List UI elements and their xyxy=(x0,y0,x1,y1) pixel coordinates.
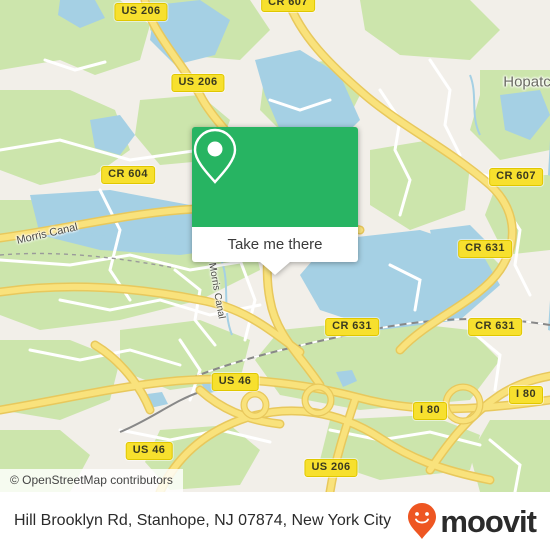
moovit-pin-icon xyxy=(408,503,437,539)
footer-bar: Hill Brooklyn Rd, Stanhope, NJ 07874, Ne… xyxy=(0,492,550,550)
map-pin-icon xyxy=(193,128,237,184)
road-shield: CR 631 xyxy=(458,240,512,258)
callout-header xyxy=(192,127,358,227)
callout-footer[interactable]: Take me there xyxy=(192,227,358,262)
take-me-there-label: Take me there xyxy=(227,236,323,253)
road-shield: CR 607 xyxy=(489,168,543,186)
map-attribution[interactable]: © OpenStreetMap contributors xyxy=(0,469,183,492)
moovit-wordmark: moovit xyxy=(440,503,537,539)
road-shield: US 206 xyxy=(171,74,225,92)
road-shield: US 46 xyxy=(125,442,173,460)
road-shield: US 206 xyxy=(114,3,168,21)
road-shield: CR 604 xyxy=(101,166,155,184)
road-shield: CR 607 xyxy=(261,0,315,12)
moovit-logo[interactable]: moovit xyxy=(407,502,537,540)
road-shield: I 80 xyxy=(413,402,447,420)
place-label: Hopatc xyxy=(503,73,550,91)
road-shield: CR 631 xyxy=(468,318,522,336)
road-shield: US 206 xyxy=(304,459,358,477)
address-label: Hill Brooklyn Rd, Stanhope, NJ 07874, Ne… xyxy=(14,512,392,529)
callout-tail xyxy=(260,262,290,275)
road-shield: US 46 xyxy=(211,373,259,391)
map-screenshot: US 206 CR 607 US 206 CR 604 CR 607 CR 631 CR 6… xyxy=(0,0,550,550)
location-callout-card[interactable]: Take me there xyxy=(192,127,358,275)
map-canvas[interactable]: US 206 CR 607 US 206 CR 604 CR 607 CR 631 CR 6… xyxy=(0,0,550,492)
road-shield: I 80 xyxy=(509,386,543,404)
road-shield: CR 631 xyxy=(325,318,379,336)
